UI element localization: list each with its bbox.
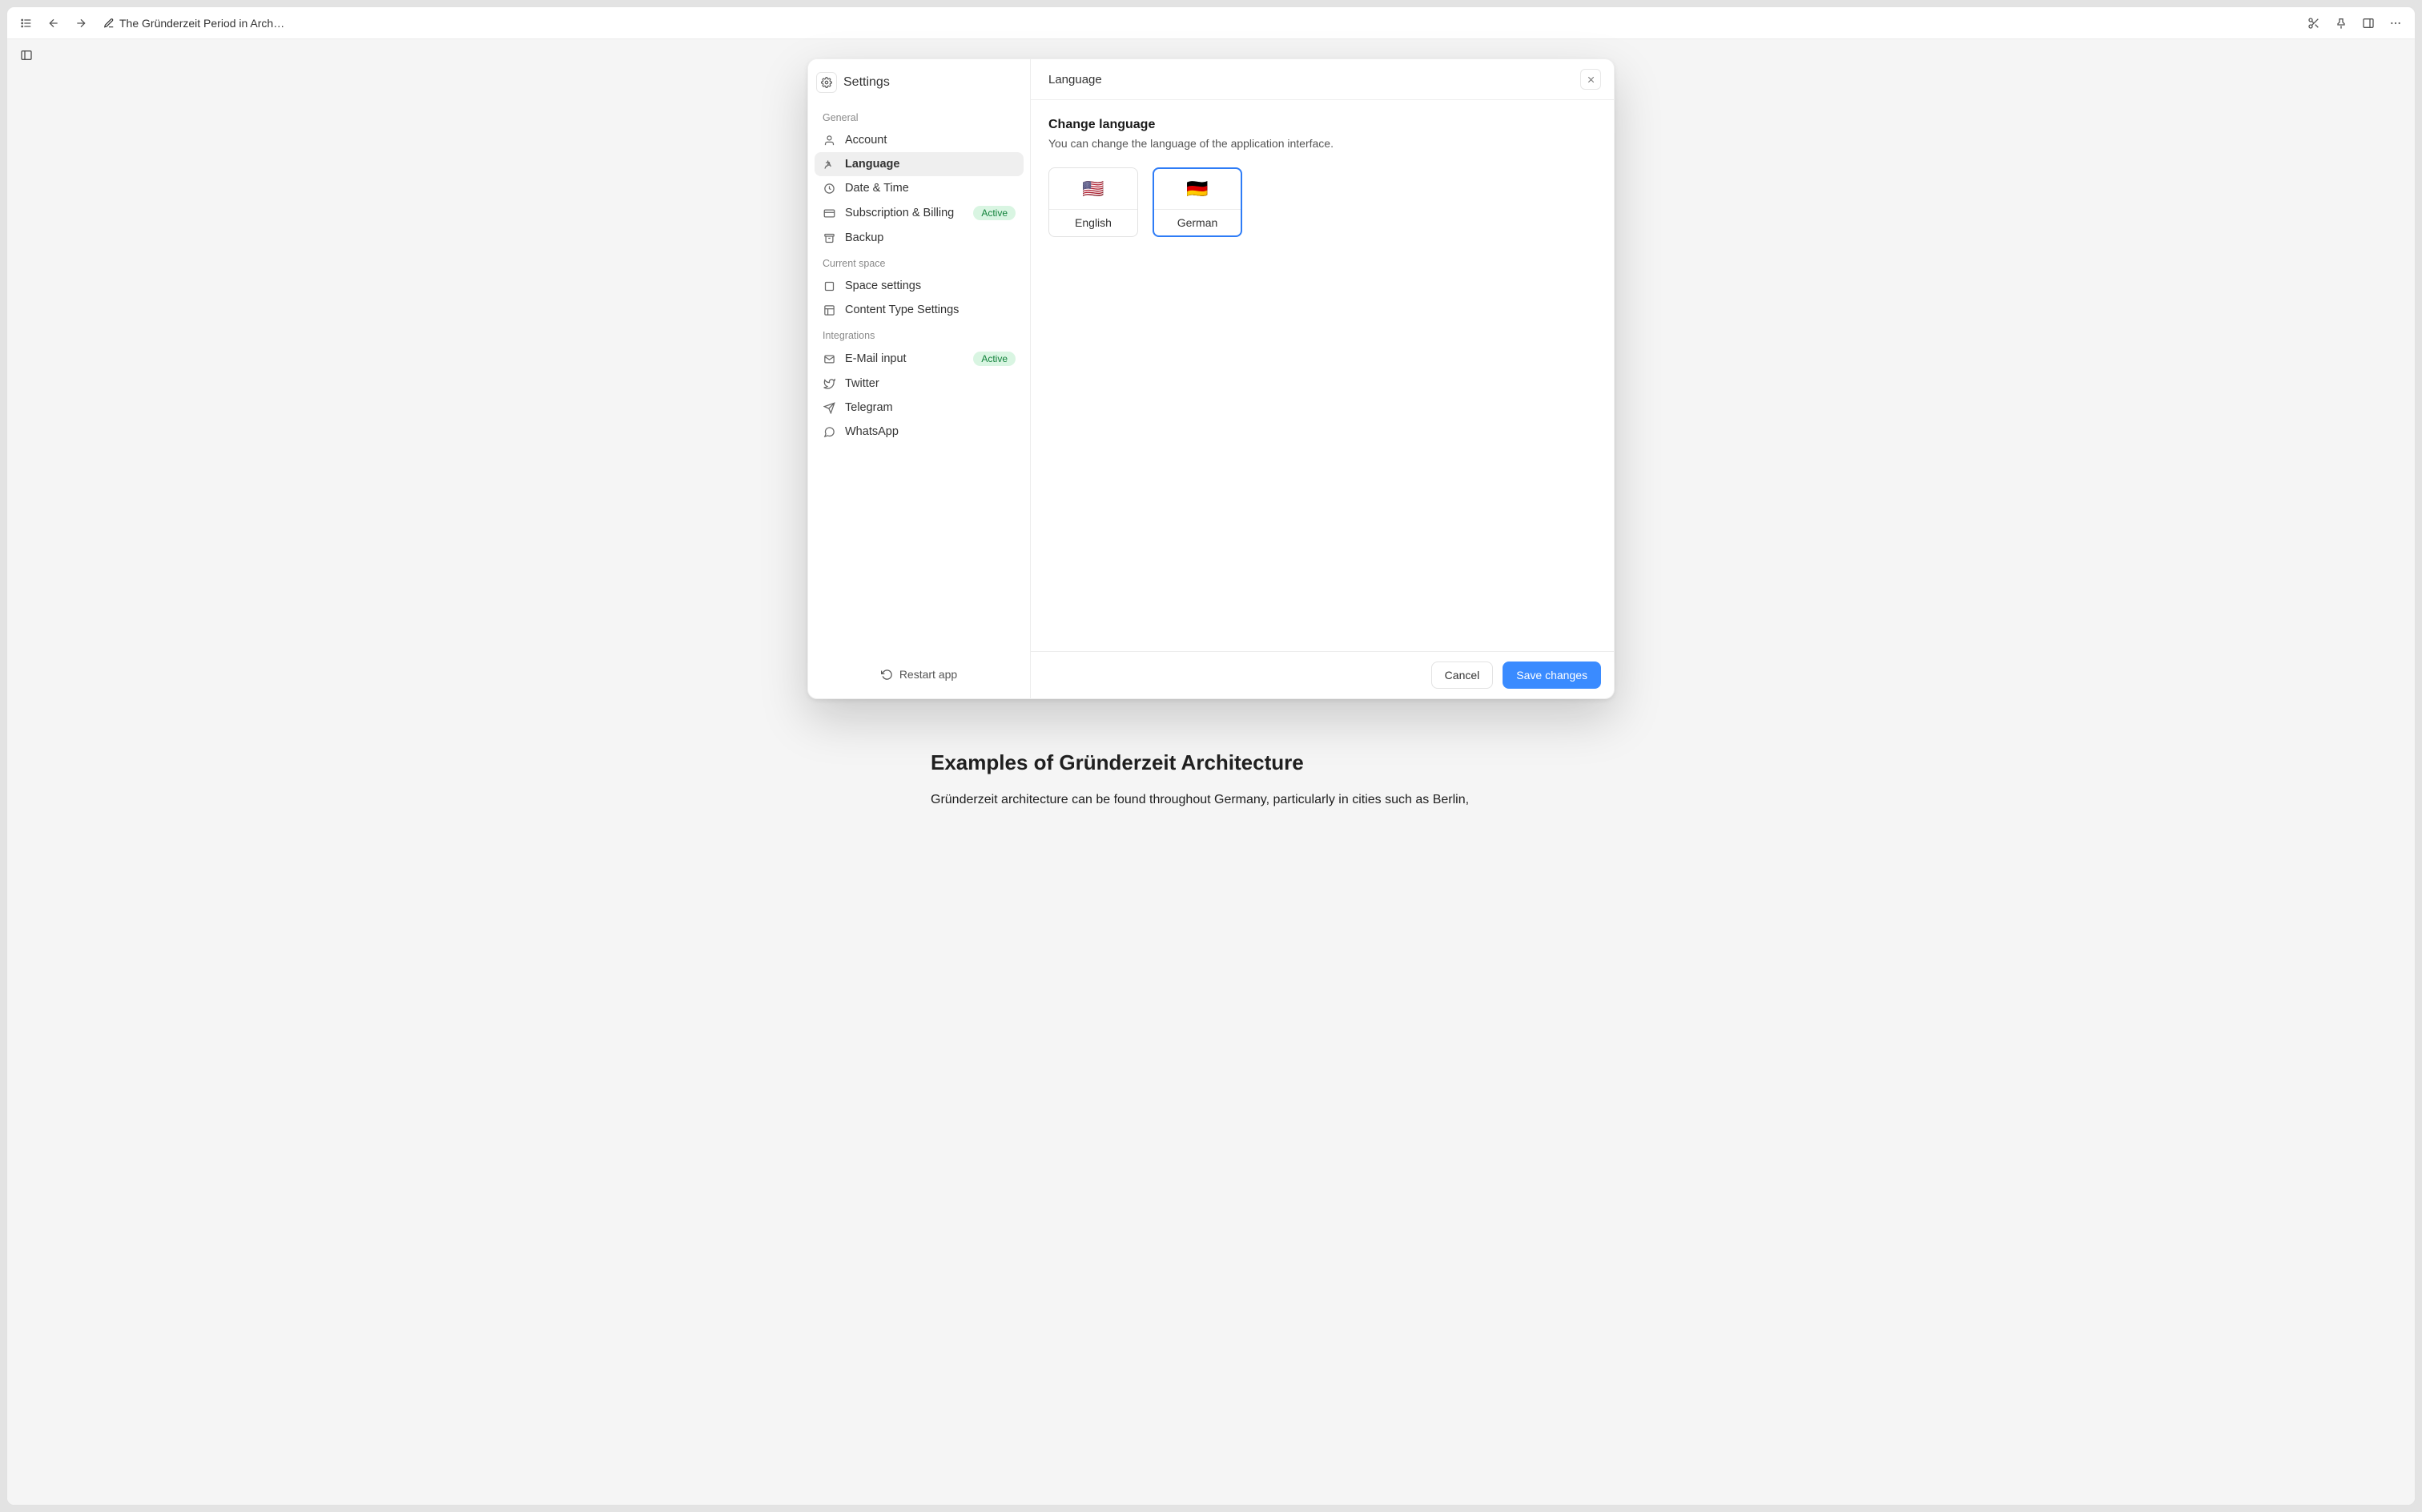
sidebar-item-label: Language: [845, 158, 1016, 171]
layout-icon: [823, 304, 835, 316]
language-label: German: [1154, 210, 1241, 235]
close-icon: [1586, 74, 1596, 85]
settings-panel-header: Language: [1031, 59, 1614, 100]
sidebar-item-label: Date & Time: [845, 182, 1016, 195]
cut-icon[interactable]: [2303, 12, 2325, 34]
pin-icon[interactable]: [2330, 12, 2352, 34]
sidebar-item-subscription[interactable]: Subscription & Billing Active: [815, 200, 1024, 226]
twitter-icon: [823, 377, 835, 390]
sidebar-item-label: Twitter: [845, 377, 1016, 390]
settings-panel-footer: Cancel Save changes: [1031, 651, 1614, 698]
restart-app-label: Restart app: [899, 668, 957, 681]
language-options: 🇺🇸 English 🇩🇪 German: [1048, 167, 1596, 237]
gear-icon: [816, 72, 837, 93]
sidebar-item-language[interactable]: Language: [815, 152, 1024, 176]
menu-list-icon[interactable]: [15, 12, 38, 34]
sidebar-item-date-time[interactable]: Date & Time: [815, 176, 1024, 200]
sidebar-item-twitter[interactable]: Twitter: [815, 372, 1024, 396]
sidebar-item-email[interactable]: E-Mail input Active: [815, 346, 1024, 372]
sidebar-item-content-type[interactable]: Content Type Settings: [815, 298, 1024, 322]
user-icon: [823, 134, 835, 147]
sidebar-item-telegram[interactable]: Telegram: [815, 396, 1024, 420]
change-language-title: Change language: [1048, 118, 1596, 132]
settings-panel-body: Change language You can change the langu…: [1031, 100, 1614, 651]
flag-us-icon: 🇺🇸: [1049, 168, 1137, 210]
settings-title-label: Settings: [843, 75, 890, 90]
telegram-icon: [823, 401, 835, 414]
whatsapp-icon: [823, 425, 835, 438]
status-badge: Active: [973, 206, 1016, 220]
settings-panel-title: Language: [1048, 73, 1580, 86]
sidebar-item-label: Account: [845, 134, 1016, 147]
sidebar-item-label: Space settings: [845, 279, 1016, 292]
change-language-desc: You can change the language of the appli…: [1048, 137, 1596, 150]
nav-forward-icon[interactable]: [70, 12, 92, 34]
sidebar-item-whatsapp[interactable]: WhatsApp: [815, 420, 1024, 444]
page-tab-title: The Gründerzeit Period in Arch…: [119, 17, 284, 30]
edit-note-icon: [103, 18, 115, 29]
sidebar-item-label: Telegram: [845, 401, 1016, 414]
clock-icon: [823, 182, 835, 195]
flag-de-icon: 🇩🇪: [1154, 169, 1241, 210]
sidebar-item-backup[interactable]: Backup: [815, 226, 1024, 250]
panel-right-icon[interactable]: [2357, 12, 2380, 34]
section-integrations-label: Integrations: [815, 322, 1024, 346]
section-general-label: General: [815, 104, 1024, 128]
settings-title: Settings: [815, 70, 1024, 104]
sidebar-item-account[interactable]: Account: [815, 128, 1024, 152]
modal-overlay[interactable]: Settings General Account Language: [7, 39, 2415, 1505]
mail-icon: [823, 352, 835, 365]
restart-app-button[interactable]: Restart app: [873, 663, 965, 686]
save-button[interactable]: Save changes: [1503, 662, 1601, 689]
close-button[interactable]: [1580, 69, 1601, 90]
more-icon[interactable]: [2384, 12, 2407, 34]
app-window: The Gründerzeit Period in Arch… by a sig…: [6, 6, 2416, 1506]
settings-modal: Settings General Account Language: [807, 58, 1615, 699]
square-icon: [823, 279, 835, 292]
sidebar-item-label: WhatsApp: [845, 425, 1016, 438]
topbar: The Gründerzeit Period in Arch…: [7, 7, 2415, 39]
sidebar-item-label: Subscription & Billing: [845, 207, 964, 219]
archive-icon: [823, 231, 835, 244]
sidebar-item-label: Content Type Settings: [845, 304, 1016, 316]
language-option-german[interactable]: 🇩🇪 German: [1153, 167, 1242, 237]
section-current-space-label: Current space: [815, 250, 1024, 274]
settings-main: Language Change language You can change …: [1031, 59, 1614, 698]
sidebar-item-label: E-Mail input: [845, 352, 964, 365]
nav-back-icon[interactable]: [42, 12, 65, 34]
language-icon: [823, 158, 835, 171]
sidebar-item-label: Backup: [845, 231, 1016, 244]
page-tab[interactable]: The Gründerzeit Period in Arch…: [97, 14, 291, 33]
status-badge: Active: [973, 352, 1016, 366]
sidebar-item-space-settings[interactable]: Space settings: [815, 274, 1024, 298]
language-option-english[interactable]: 🇺🇸 English: [1048, 167, 1138, 237]
language-label: English: [1049, 210, 1137, 235]
cancel-button[interactable]: Cancel: [1431, 662, 1494, 689]
settings-sidebar: Settings General Account Language: [808, 59, 1031, 698]
restart-icon: [881, 669, 893, 681]
credit-card-icon: [823, 207, 835, 219]
